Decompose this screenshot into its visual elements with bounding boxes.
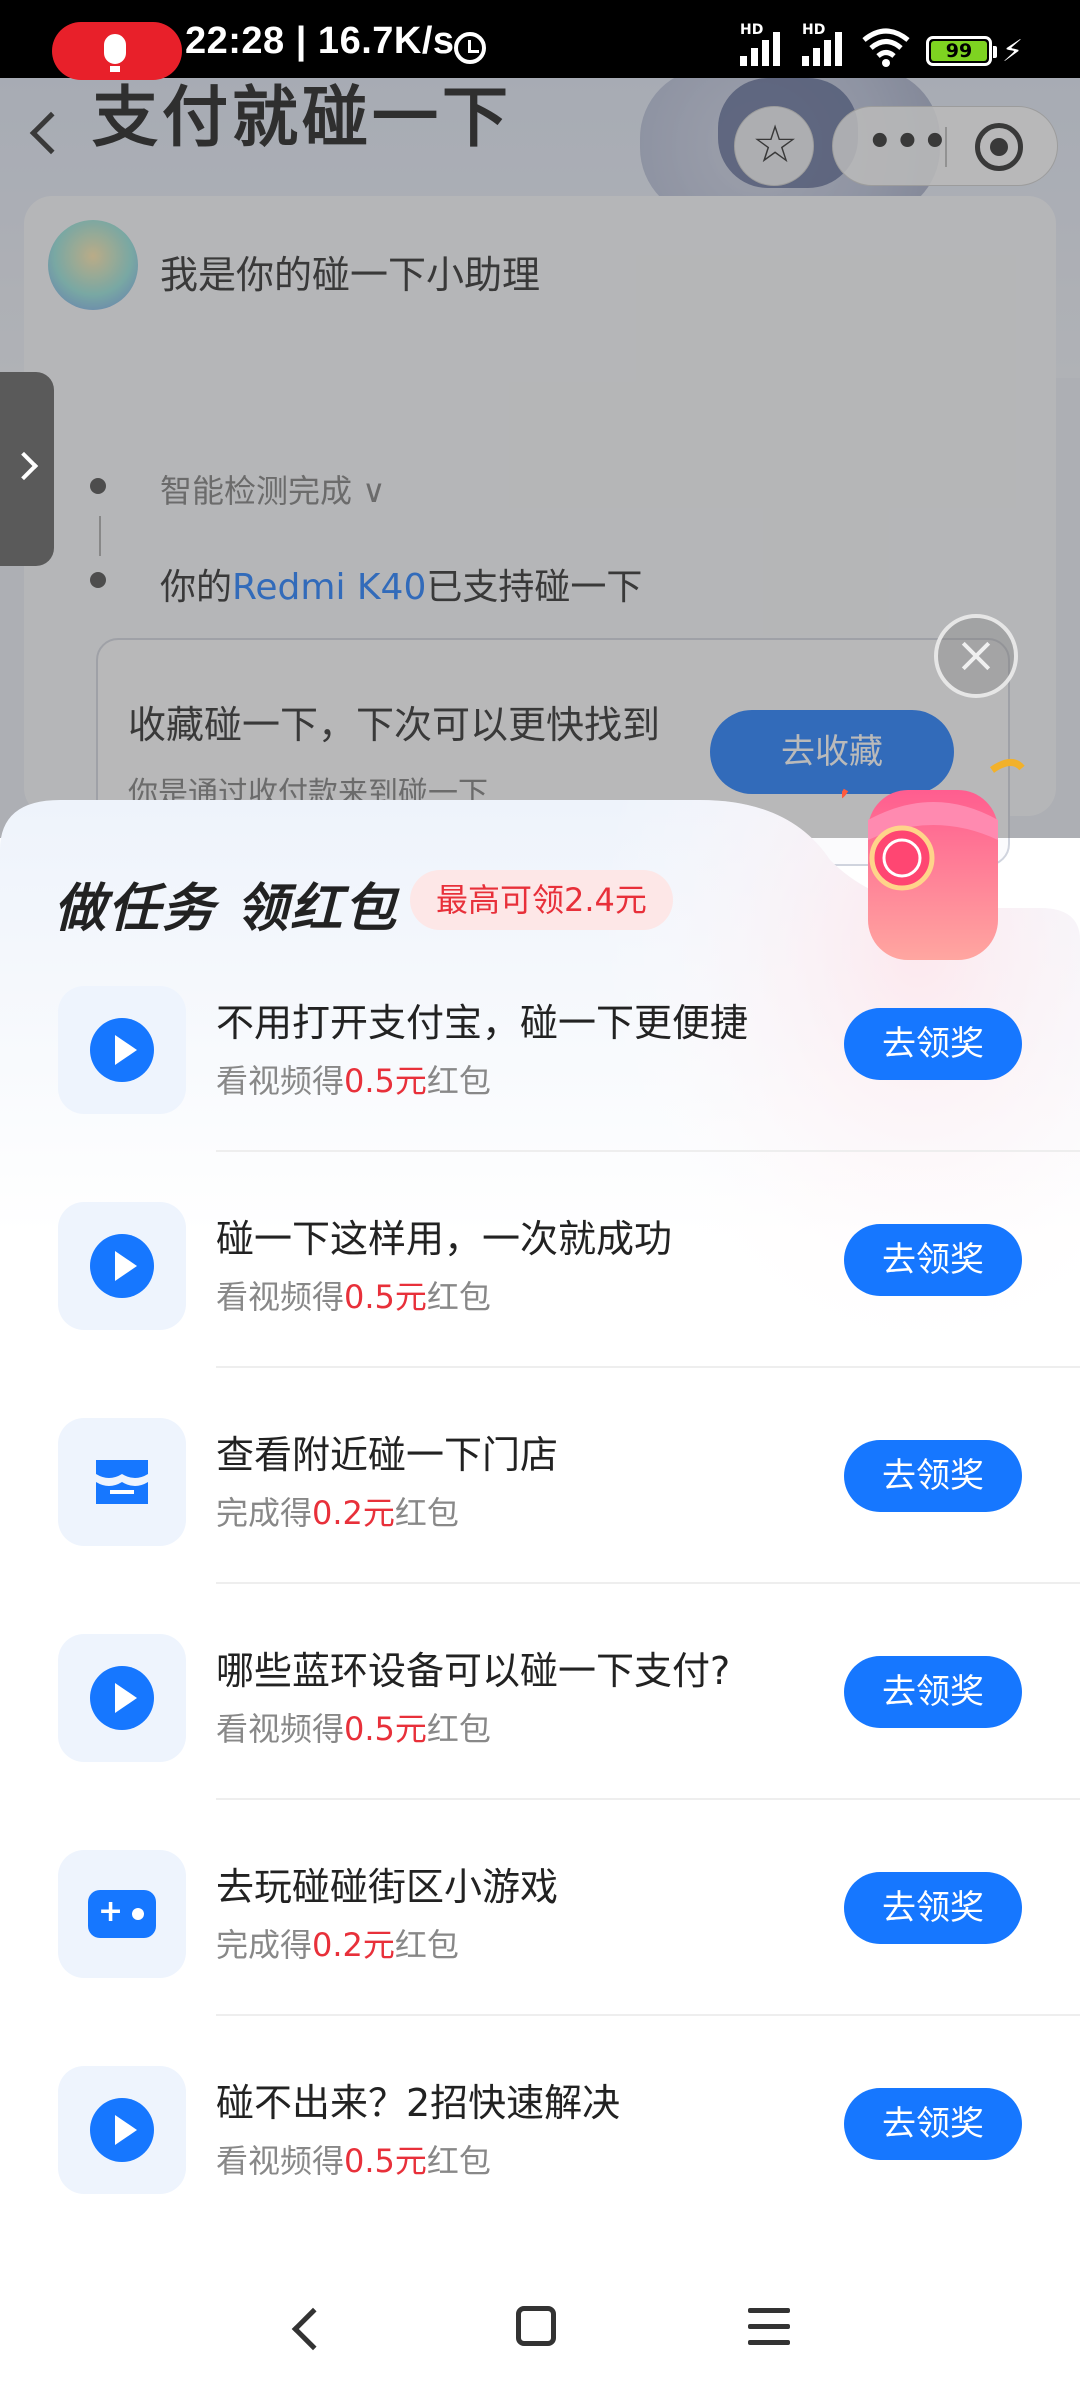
play-icon — [90, 2098, 154, 2162]
task-icon-box — [58, 1850, 186, 1978]
divider — [216, 1798, 1080, 1800]
task-list: 不用打开支付宝，碰一下更便捷 看视频得0.5元红包 去领奖 碰一下这样用，一次就… — [0, 986, 1080, 2282]
claim-reward-button[interactable]: 去领奖 — [844, 1872, 1022, 1944]
modal-overlay[interactable] — [0, 78, 1080, 838]
task-item: 碰不出来？2招快速解决 看视频得0.5元红包 去领奖 — [0, 2066, 1080, 2282]
task-title: 碰不出来？2招快速解决 — [216, 2081, 621, 2125]
divider — [216, 1582, 1080, 1584]
task-icon-box — [58, 1202, 186, 1330]
status-time-speed: 22:28 | 16.7K/s — [185, 20, 455, 62]
signal-icon: HD — [802, 22, 842, 66]
task-icon-box — [58, 2066, 186, 2194]
charging-bolt-icon: ⚡ — [1002, 34, 1024, 69]
divider — [216, 1366, 1080, 1368]
claim-reward-button[interactable]: 去领奖 — [844, 1008, 1022, 1080]
task-sheet: 做任务 领红包 最高可领2.4元 不用打开支付宝，碰一下更便捷 看视频得0.5元… — [0, 759, 1080, 2250]
red-packet-icon — [842, 759, 1025, 960]
nav-menu-icon[interactable] — [748, 2308, 790, 2346]
mic-icon — [104, 34, 126, 64]
status-bar: 22:28 | 16.7K/s HD HD 99 ⚡ — [0, 0, 1080, 80]
claim-reward-button[interactable]: 去领奖 — [844, 1656, 1022, 1728]
task-reward-text: 看视频得0.5元红包 — [216, 1062, 491, 1100]
task-item: 哪些蓝环设备可以碰一下支付? 看视频得0.5元红包 去领奖 — [0, 1634, 1080, 1850]
claim-reward-button[interactable]: 去领奖 — [844, 1440, 1022, 1512]
screen-recording-indicator[interactable] — [52, 22, 182, 80]
task-item: 查看附近碰一下门店 完成得0.2元红包 去领奖 — [0, 1418, 1080, 1634]
task-item: 不用打开支付宝，碰一下更便捷 看视频得0.5元红包 去领奖 — [0, 986, 1080, 1202]
task-icon-box — [58, 1634, 186, 1762]
task-reward-text: 完成得0.2元红包 — [216, 1926, 459, 1964]
task-reward-text: 看视频得0.5元红包 — [216, 1278, 491, 1316]
sheet-title: 做任务 领红包 — [54, 879, 399, 939]
task-icon-box — [58, 1418, 186, 1546]
divider — [216, 2014, 1080, 2016]
task-title: 哪些蓝环设备可以碰一下支付? — [216, 1649, 731, 1693]
signal-icon: HD — [740, 22, 780, 66]
game-icon — [88, 1890, 156, 1938]
claim-reward-button[interactable]: 去领奖 — [844, 1224, 1022, 1296]
claim-reward-button[interactable]: 去领奖 — [844, 2088, 1022, 2160]
system-nav-bar — [0, 2256, 1080, 2400]
wifi-icon — [862, 28, 910, 67]
divider — [216, 1150, 1080, 1152]
nav-home-icon[interactable] — [516, 2306, 556, 2346]
play-icon — [90, 1234, 154, 1298]
task-reward-text: 看视频得0.5元红包 — [216, 1710, 491, 1748]
task-reward-text: 完成得0.2元红包 — [216, 1494, 459, 1532]
task-item: 碰一下这样用，一次就成功 看视频得0.5元红包 去领奖 — [0, 1202, 1080, 1418]
task-title: 去玩碰碰街区小游戏 — [216, 1865, 559, 1909]
task-title: 碰一下这样用，一次就成功 — [216, 1217, 673, 1261]
task-icon-box — [58, 986, 186, 1114]
store-icon — [96, 1460, 148, 1504]
nav-back-icon[interactable] — [291, 2307, 335, 2351]
battery-icon: 99 — [926, 36, 997, 66]
task-title: 查看附近碰一下门店 — [216, 1433, 559, 1477]
side-expand-tab[interactable] — [0, 372, 54, 566]
task-title: 不用打开支付宝，碰一下更便捷 — [216, 1001, 749, 1045]
alarm-icon — [454, 32, 486, 64]
task-reward-text: 看视频得0.5元红包 — [216, 2142, 491, 2180]
play-icon — [90, 1018, 154, 1082]
task-item: 去玩碰碰街区小游戏 完成得0.2元红包 去领奖 — [0, 1850, 1080, 2066]
play-icon — [90, 1666, 154, 1730]
max-reward-badge: 最高可领2.4元 — [410, 870, 673, 930]
close-sheet-button[interactable] — [934, 614, 1018, 698]
